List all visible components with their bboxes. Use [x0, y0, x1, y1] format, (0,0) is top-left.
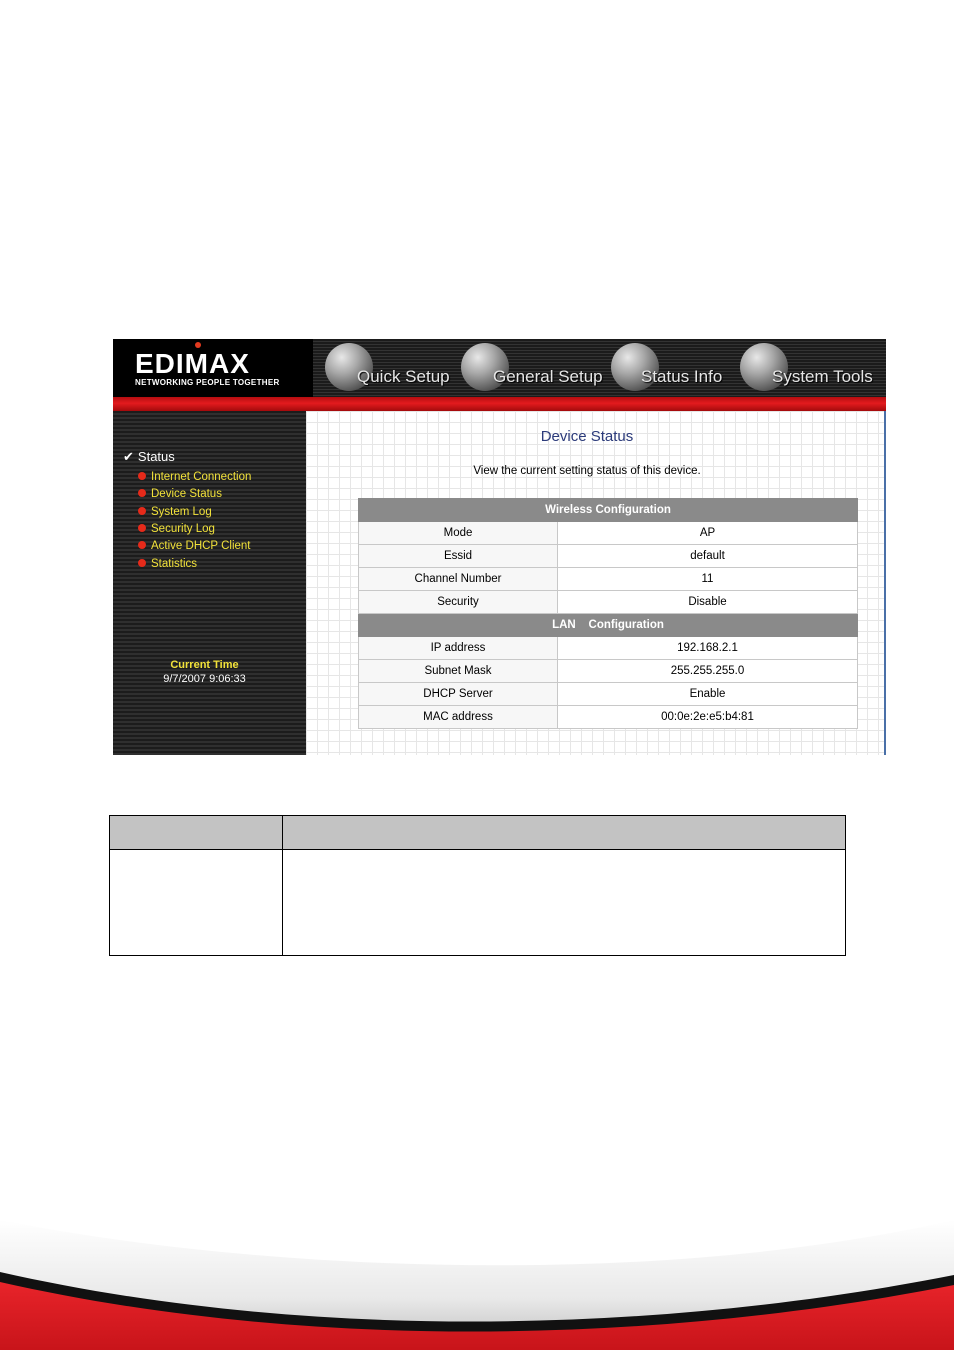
table-row: IP address 192.168.2.1: [358, 636, 858, 660]
row-label: Channel Number: [358, 567, 558, 591]
sidebar: ✔ Status Internet Connection Device Statu…: [113, 411, 306, 755]
sidebar-item-statistics[interactable]: Statistics: [138, 558, 197, 570]
top-nav: Quick Setup General Setup Status Info Sy…: [313, 339, 886, 397]
table-row: DHCP Server Enable: [358, 682, 858, 706]
row-value: Disable: [557, 590, 858, 614]
bullet-icon: [138, 523, 146, 532]
row-value: 192.168.2.1: [557, 636, 858, 660]
description-table: [109, 815, 846, 956]
page-description: View the current setting status of this …: [473, 465, 701, 477]
row-label: Subnet Mask: [358, 659, 558, 683]
row-value: 00:0e:2e:e5:b4:81: [557, 705, 858, 729]
footer-swoosh-decoration: [0, 1220, 954, 1350]
sidebar-item-internet-connection[interactable]: Internet Connection: [138, 471, 251, 483]
logo-wordmark: EDIMAX: [135, 348, 250, 379]
wireless-config-header: Wireless Configuration: [358, 498, 858, 522]
bullet-icon: [138, 488, 146, 497]
sidebar-item-active-dhcp-client[interactable]: Active DHCP Client: [138, 540, 251, 552]
logo-dot-icon: [195, 342, 201, 348]
table-row: Mode AP: [358, 521, 858, 545]
edimax-logo: EDIMAX NETWORKING PEOPLE TOGETHER: [113, 339, 313, 397]
row-value: default: [557, 544, 858, 568]
main-content: Device Status View the current setting s…: [306, 411, 884, 755]
table-row: Channel Number 11: [358, 567, 858, 591]
nav-status-info-label: Status Info: [641, 367, 723, 386]
sidebar-item-label: System Log: [151, 506, 212, 518]
nav-quick-setup[interactable]: Quick Setup: [325, 343, 455, 393]
table-row: Essid default: [358, 544, 858, 568]
current-time-value: 9/7/2007 9:06:33: [163, 673, 246, 685]
table-section-row: LAN Configuration: [358, 613, 858, 637]
row-label: DHCP Server: [358, 682, 558, 706]
table-row: MAC address 00:0e:2e:e5:b4:81: [358, 705, 858, 729]
table-row: Subnet Mask 255.255.255.0: [358, 659, 858, 683]
row-label: Essid: [358, 544, 558, 568]
sidebar-item-device-status[interactable]: Device Status: [138, 488, 222, 500]
page-title: Device Status: [540, 428, 634, 445]
sidebar-item-security-log[interactable]: Security Log: [138, 523, 215, 535]
sidebar-item-label: Statistics: [151, 558, 198, 570]
row-label: IP address: [358, 636, 558, 660]
row-label: Security: [358, 590, 558, 614]
nav-general-setup-label: General Setup: [493, 367, 603, 386]
nav-system-tools-label: System Tools: [772, 367, 873, 386]
description-table-column-divider: [282, 816, 283, 955]
description-table-header: [110, 816, 845, 850]
nav-system-tools[interactable]: System Tools: [740, 343, 886, 393]
router-web-ui-screenshot: EDIMAX NETWORKING PEOPLE TOGETHER Quick …: [113, 339, 886, 755]
logo-tagline: NETWORKING PEOPLE TOGETHER: [135, 378, 280, 387]
lan-config-header: LAN Configuration: [358, 613, 858, 637]
sidebar-item-system-log[interactable]: System Log: [138, 506, 212, 518]
table-section-row: Wireless Configuration: [358, 498, 858, 522]
bullet-icon: [138, 506, 146, 515]
row-value: 255.255.255.0: [557, 659, 858, 683]
header-bar: EDIMAX NETWORKING PEOPLE TOGETHER Quick …: [113, 339, 886, 397]
header-red-bar: [113, 397, 886, 411]
nav-general-setup[interactable]: General Setup: [461, 343, 611, 393]
bullet-icon: [138, 540, 146, 549]
row-label: MAC address: [358, 705, 558, 729]
row-value: Enable: [557, 682, 858, 706]
device-status-table: Wireless Configuration Mode AP Essid def…: [358, 498, 858, 729]
checkmark-icon: ✔: [123, 449, 134, 464]
row-value: AP: [557, 521, 858, 545]
sidebar-item-label: Device Status: [151, 488, 222, 500]
sidebar-section-status[interactable]: ✔ Status: [123, 449, 175, 465]
table-row: Security Disable: [358, 590, 858, 614]
nav-quick-setup-label: Quick Setup: [357, 367, 450, 386]
sidebar-section-label: Status: [137, 449, 175, 464]
nav-status-info[interactable]: Status Info: [611, 343, 736, 393]
sidebar-item-label: Security Log: [151, 523, 215, 535]
bullet-icon: [138, 558, 146, 567]
window-right-edge: [884, 411, 886, 755]
row-label: Mode: [358, 521, 558, 545]
sidebar-item-label: Active DHCP Client: [151, 540, 251, 552]
bullet-icon: [138, 471, 146, 480]
sidebar-item-label: Internet Connection: [151, 471, 252, 483]
current-time-label: Current Time: [170, 659, 239, 671]
row-value: 11: [557, 567, 858, 591]
